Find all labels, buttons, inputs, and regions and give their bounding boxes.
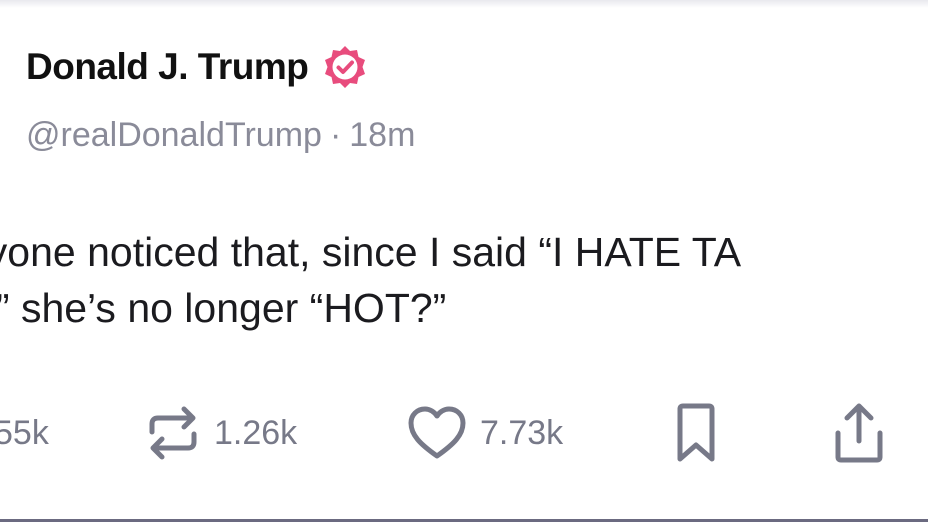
repost-button[interactable]: 1.26k	[144, 398, 297, 468]
post-author[interactable]: Donald J. Trump	[26, 44, 368, 90]
meta-separator: ·	[329, 116, 342, 154]
heart-icon	[406, 404, 468, 462]
post-body: nyone noticed that, since I said “I HATE…	[0, 224, 741, 336]
bookmark-icon	[672, 401, 720, 465]
post-text-line-1: nyone noticed that, since I said “I HATE…	[0, 229, 742, 275]
bookmark-button[interactable]	[672, 398, 720, 468]
like-button[interactable]: 7.73k	[406, 398, 563, 468]
post-actions-bar: 55k 1.26k 7.73k	[0, 398, 928, 468]
repost-count: 1.26k	[214, 413, 298, 452]
top-edge-shadow	[0, 0, 928, 8]
author-handle[interactable]: @realDonaldTrump	[26, 116, 322, 154]
verified-badge-icon	[322, 44, 368, 90]
post-text-line-2: T,” she’s no longer “HOT?”	[0, 280, 741, 336]
post-text-line-2-rest: ” she’s no longer “HOT?”	[0, 285, 447, 331]
post-time[interactable]: 18m	[349, 116, 415, 154]
post-meta: @realDonaldTrump · 18m	[26, 116, 415, 155]
repost-icon	[144, 402, 202, 464]
reply-count: 55k	[0, 413, 49, 452]
share-button[interactable]	[830, 398, 888, 468]
like-count: 7.73k	[480, 413, 564, 452]
author-name[interactable]: Donald J. Trump	[26, 46, 309, 88]
share-icon	[830, 401, 888, 465]
reply-button[interactable]: 55k	[0, 398, 49, 468]
